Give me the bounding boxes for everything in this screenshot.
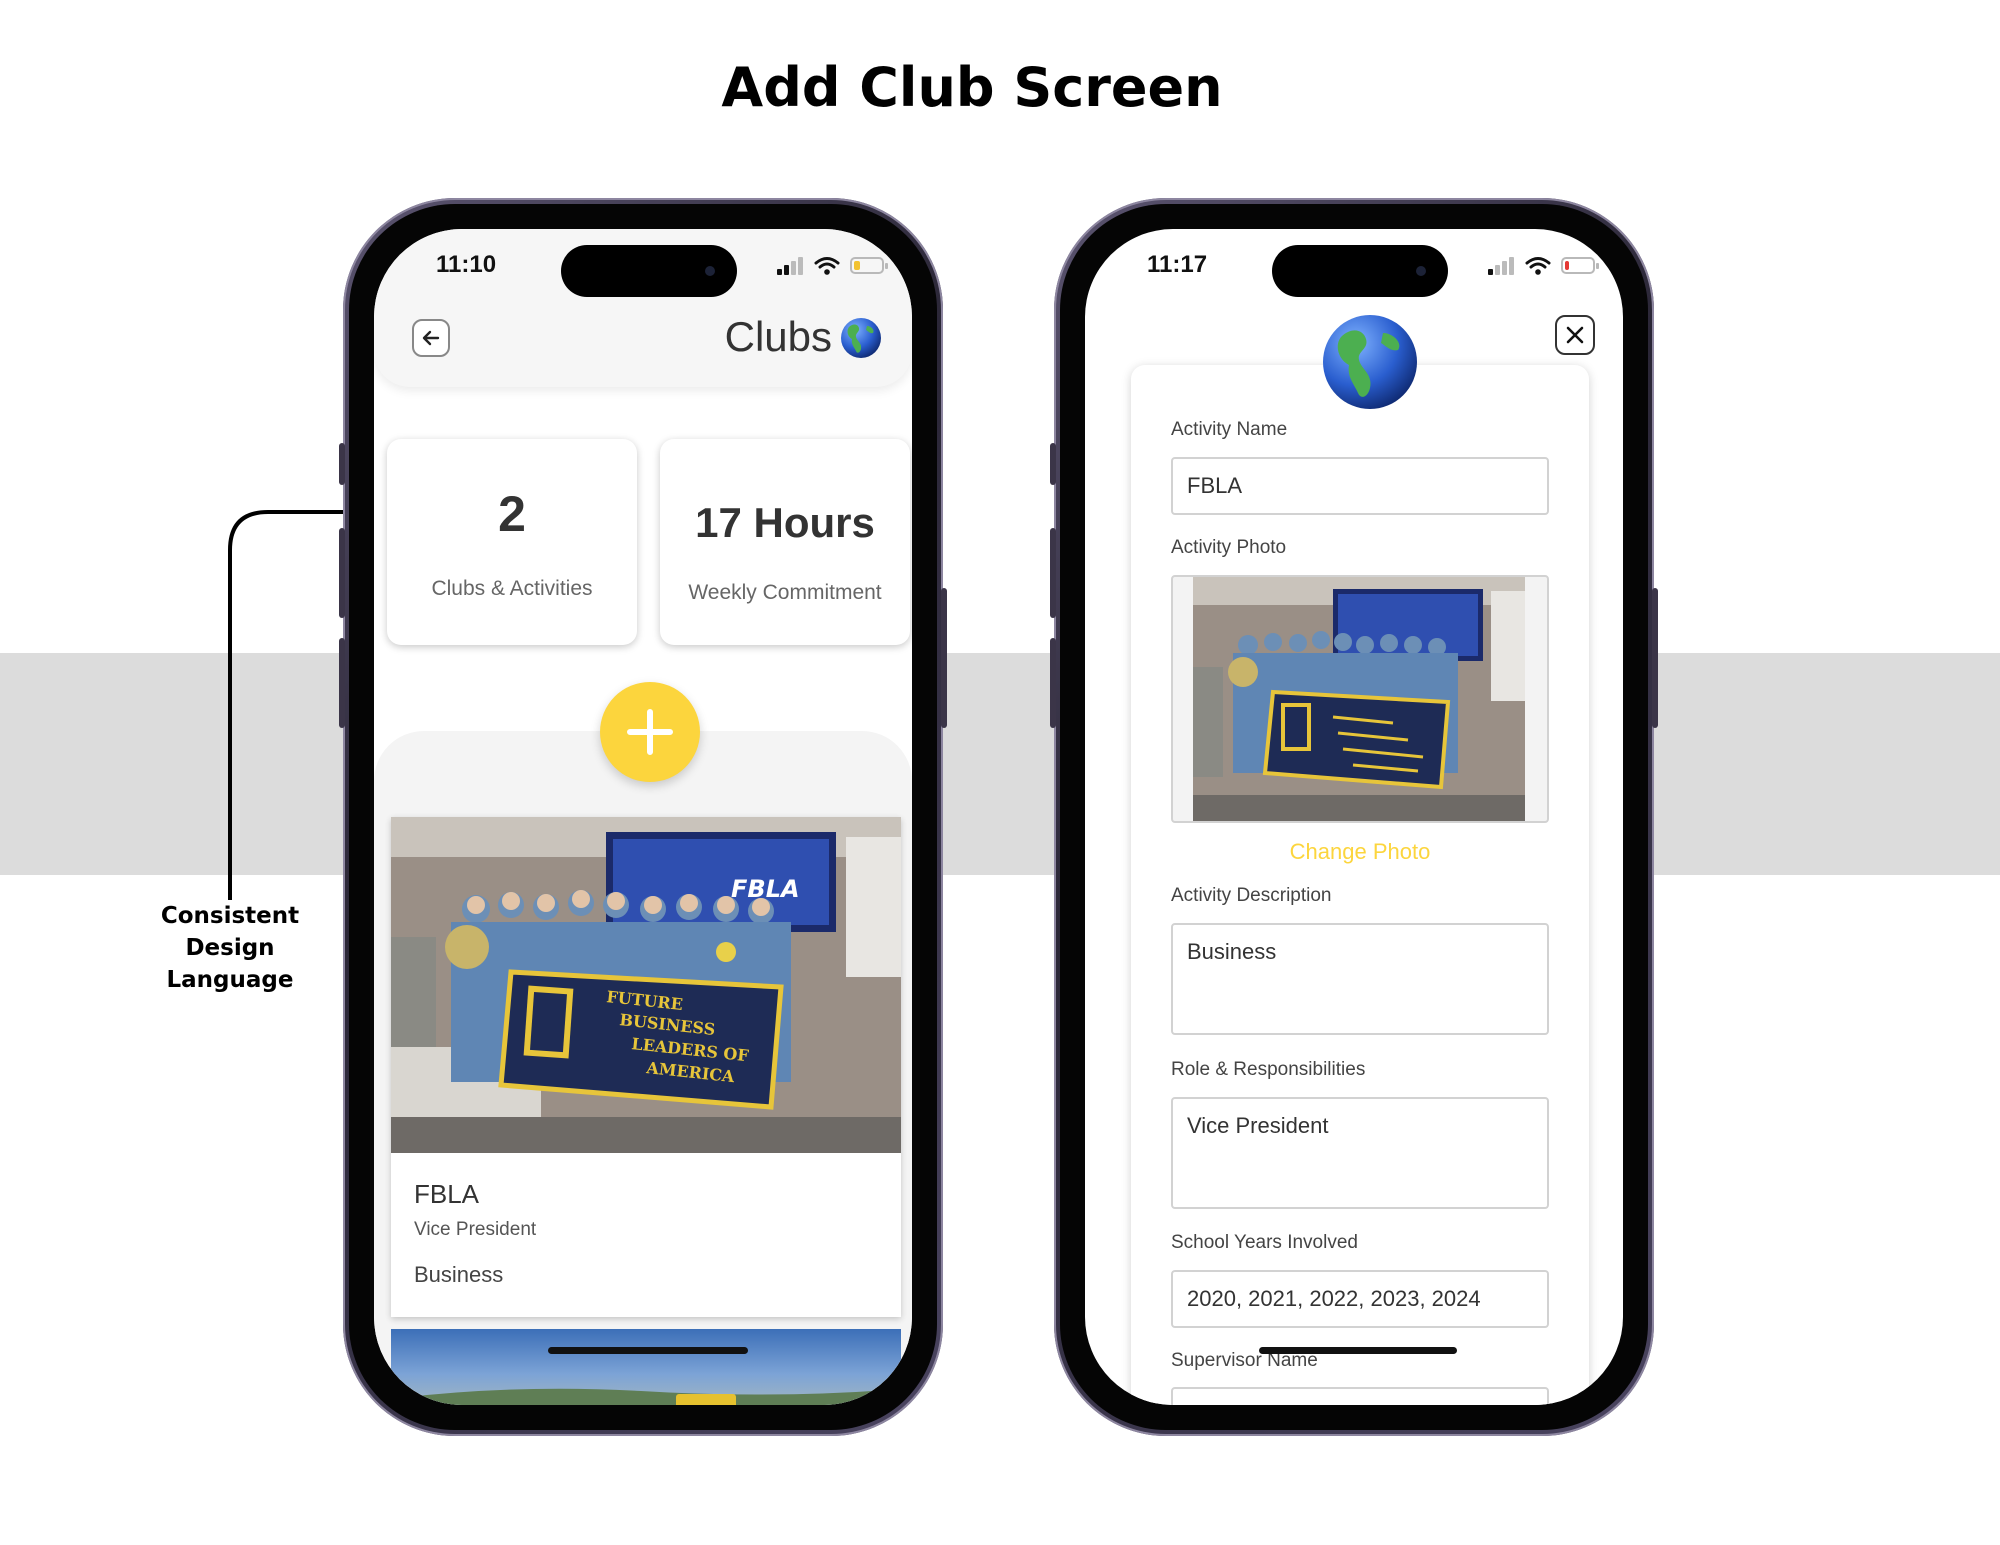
status-time: 11:10: [436, 251, 497, 278]
back-arrow-icon: [422, 330, 440, 346]
description-textarea[interactable]: Business: [1171, 923, 1549, 1035]
signal-icon: [777, 257, 803, 275]
club-photo: FBLA FUTURE BUSINESS LEADERS OF AMERICA: [391, 817, 901, 1153]
battery-icon: [1561, 257, 1599, 274]
right-screen: 11:17 Activity Name FBLA Activity Photo …: [1085, 229, 1623, 1405]
plus-icon: [627, 709, 673, 755]
home-indicator: [548, 1347, 748, 1354]
stat-card-hours: 17 Hours Weekly Commitment: [660, 439, 910, 645]
activity-photo-label: Activity Photo: [1171, 537, 1287, 558]
club-title: FBLA: [414, 1179, 480, 1209]
club-description: Business: [414, 1262, 504, 1287]
role-label: Role & Responsibilities: [1171, 1059, 1366, 1080]
club-photo: [391, 1388, 901, 1405]
years-label: School Years Involved: [1171, 1232, 1358, 1253]
activity-photo[interactable]: [1171, 575, 1549, 823]
right-phone: 11:17 Activity Name FBLA Activity Photo …: [1050, 198, 1658, 1436]
wifi-icon: [1525, 257, 1551, 275]
wifi-icon: [814, 257, 840, 275]
role-textarea[interactable]: Vice President: [1171, 1097, 1549, 1209]
activity-name-input[interactable]: FBLA: [1171, 457, 1549, 515]
left-screen: Clubs 11:10 2 Clubs & Activities 17 Hour…: [374, 229, 912, 1405]
stat-card-clubs: 2 Clubs & Activities: [387, 439, 637, 645]
annotation-label: Consistent Design Language: [160, 903, 300, 993]
dynamic-island: [561, 245, 737, 297]
stat-label: Clubs & Activities: [431, 577, 593, 600]
add-club-form: Activity Name FBLA Activity Photo Change…: [1131, 365, 1589, 1405]
activity-name-label: Activity Name: [1171, 419, 1288, 440]
supervisor-input[interactable]: [1171, 1387, 1549, 1405]
close-icon: [1566, 326, 1584, 344]
description-label: Activity Description: [1171, 885, 1332, 906]
change-photo-link[interactable]: Change Photo: [1131, 839, 1589, 865]
back-button[interactable]: [412, 319, 450, 357]
years-input[interactable]: 2020, 2021, 2022, 2023, 2024: [1171, 1270, 1549, 1328]
stat-value: 2: [498, 486, 526, 542]
globe-icon: [841, 318, 881, 358]
header-title: Clubs: [724, 313, 832, 360]
dynamic-island: [1272, 245, 1448, 297]
signal-icon: [1488, 257, 1514, 275]
battery-icon: [850, 257, 888, 274]
club-card[interactable]: FBLA FUTURE BUSINESS LEADERS OF AMERICA …: [391, 817, 901, 1317]
globe-icon: [1323, 315, 1417, 409]
annotation-arrow: [228, 500, 434, 900]
club-card[interactable]: [391, 1329, 901, 1405]
club-role: Vice President: [414, 1219, 537, 1240]
status-time: 11:17: [1147, 251, 1208, 278]
left-phone: Clubs 11:10 2 Clubs & Activities 17 Hour…: [339, 198, 947, 1436]
close-button[interactable]: [1555, 315, 1595, 355]
stat-value: 17 Hours: [695, 499, 875, 546]
stat-label: Weekly Commitment: [688, 581, 882, 604]
home-indicator: [1259, 1347, 1457, 1354]
add-club-button[interactable]: [600, 682, 700, 782]
